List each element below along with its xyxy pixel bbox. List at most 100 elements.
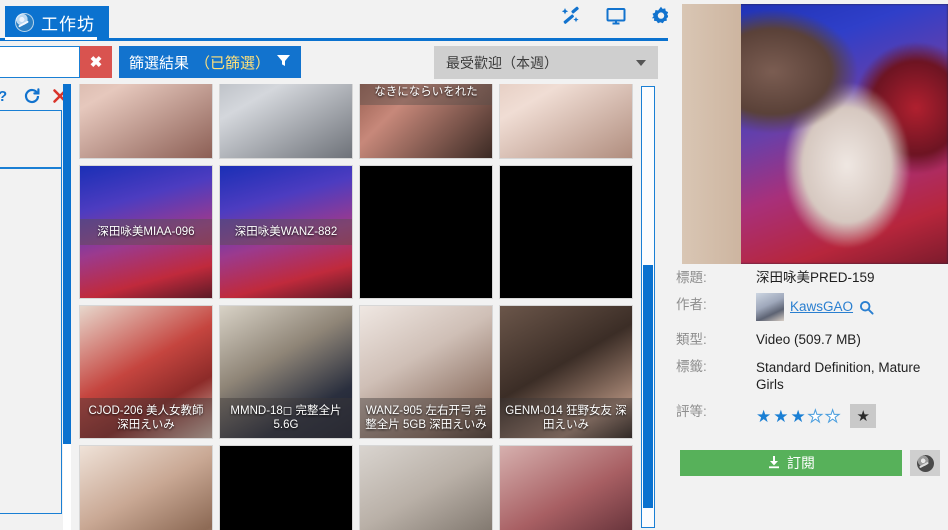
star-icon[interactable]: ★	[807, 407, 823, 425]
tags-value: Standard Definition, Mature Girls	[756, 360, 921, 392]
meta-row-rating: 評等: ★ ★ ★ ★ ★ ★	[676, 404, 944, 428]
magic-wand-icon[interactable]	[560, 5, 582, 27]
preview-image[interactable]	[682, 4, 948, 264]
title-value: 深田咏美PRED-159	[756, 270, 875, 285]
subscribe-button[interactable]: 訂閱	[680, 450, 902, 476]
grid-cell: MMND-18◻ 完整全片 5.6G	[216, 302, 356, 442]
search-bar: ✖ 篩選結果 （已篩選）	[0, 46, 302, 80]
subscribe-label: 訂閱	[787, 455, 815, 471]
svg-text:?: ?	[0, 88, 7, 105]
workshop-item-card[interactable]: MMND-18◻ 完整全片 5.6G	[219, 305, 353, 439]
star-icon[interactable]: ★	[773, 408, 788, 425]
meta-row-tags: 標籤: Standard Definition, Mature Girls	[676, 359, 944, 393]
workshop-item-card[interactable]	[219, 84, 353, 159]
grid-cell: 深田咏美MIAA-096	[76, 162, 216, 302]
item-metadata: 標題: 深田咏美PRED-159 作者: KawsGAO 類型: Video (…	[676, 270, 944, 439]
workshop-item-thumbnail	[360, 166, 492, 298]
tags-label: 標籤:	[676, 359, 707, 374]
workshop-item-card[interactable]: MIAA-096 职业技师 深田えいみ	[79, 445, 213, 530]
author-label: 作者:	[676, 297, 707, 312]
grid-cell	[496, 84, 636, 162]
type-label: 類型:	[676, 332, 707, 347]
grid-cell: 深田咏美WANZ-882	[216, 162, 356, 302]
workshop-item-thumbnail	[360, 446, 492, 530]
rating-stars[interactable]: ★ ★ ★ ★ ★ ★	[756, 404, 944, 428]
workshop-item-card[interactable]: 深田咏美MIAA-096	[79, 165, 213, 299]
workshop-item-grid: なきにならいをれた深田咏美MIAA-096 深田咏美WANZ-882 CJOD-20…	[76, 84, 636, 530]
star-icon[interactable]: ★	[791, 408, 806, 425]
workshop-item-caption: CJOD-206 美人女教師 深田えいみ	[80, 398, 212, 438]
workshop-item-caption: なきにならいをれた	[360, 84, 492, 105]
workshop-window: 工作坊 ✖ 篩選結果 （已篩選） 最受歡迎（本週） なきにならいをれた 深田咏美…	[0, 0, 948, 530]
workshop-item-card[interactable]	[499, 84, 633, 159]
workshop-item-card[interactable]: なきにならいをれた	[359, 84, 493, 159]
workshop-item-caption: 深田咏美WANZ-882	[220, 219, 352, 245]
meta-row-author: 作者: KawsGAO	[676, 293, 944, 321]
help-icon[interactable]: ?	[0, 86, 14, 106]
workshop-item-card[interactable]: CJOD-206 美人女教師 深田えいみ	[79, 305, 213, 439]
filter-results-label: 篩選結果	[129, 54, 190, 72]
filter-results-button[interactable]: 篩選結果 （已篩選）	[119, 46, 302, 78]
grid-cell: なきにならいをれた	[356, 84, 496, 162]
header-icon-group	[560, 5, 672, 27]
grid-cell: WANZ-905 左右开弓 完整全片 5GB 深田えいみ	[356, 302, 496, 442]
left-tool-icons: ?	[0, 86, 70, 106]
sort-dropdown[interactable]: 最受歡迎（本週）	[434, 46, 658, 79]
grid-cell: CJOD-206 美人女教師 深田えいみ	[76, 302, 216, 442]
clear-search-button[interactable]: ✖	[80, 46, 112, 78]
workshop-item-card[interactable]	[219, 445, 353, 530]
grid-scrollbar[interactable]	[641, 86, 655, 528]
steam-icon	[916, 454, 934, 472]
left-panel-scrollbar[interactable]	[63, 84, 71, 530]
grid-cell: J	[496, 442, 636, 530]
sort-dropdown-value: 最受歡迎（本週）	[446, 54, 558, 71]
search-icon[interactable]	[859, 300, 874, 315]
download-icon	[767, 455, 781, 472]
grid-cell: GENM-014 狂野女友 深田えいみ	[496, 302, 636, 442]
workshop-item-card[interactable]	[499, 165, 633, 299]
meta-row-type: 類型: Video (509.7 MB)	[676, 332, 944, 348]
steam-icon	[15, 12, 34, 32]
workshop-item-card[interactable]: WANZ-905 左右开弓 完整全片 5GB 深田えいみ	[359, 305, 493, 439]
funnel-icon	[276, 53, 291, 72]
favorite-button[interactable]: ★	[850, 404, 877, 428]
workshop-item-caption: WANZ-905 左右开弓 完整全片 5GB 深田えいみ	[360, 398, 492, 438]
tab-workshop-label: 工作坊	[41, 14, 95, 34]
title-label: 標題:	[676, 270, 707, 285]
workshop-item-card[interactable]	[359, 165, 493, 299]
tab-underline	[0, 38, 675, 41]
type-value: Video (509.7 MB)	[756, 332, 861, 347]
workshop-item-card[interactable]: MIRD-196 被仨女护士榨干 深田えいみ	[359, 445, 493, 530]
action-row: 訂閱	[680, 450, 940, 476]
left-panel-scrollbar-thumb[interactable]	[63, 84, 71, 444]
left-tool-column: ?	[0, 84, 67, 530]
workshop-item-caption: 深田咏美MIAA-096	[80, 219, 212, 245]
author-link[interactable]: KawsGAO	[790, 299, 853, 315]
refresh-icon[interactable]	[22, 86, 42, 106]
grid-cell	[76, 84, 216, 162]
open-in-steam-button[interactable]	[910, 450, 940, 476]
grid-cell: MIAA-096 职业技师 深田えいみ	[76, 442, 216, 530]
tab-workshop[interactable]: 工作坊	[5, 6, 109, 38]
workshop-item-card[interactable]: 深田咏美WANZ-882	[219, 165, 353, 299]
grid-cell	[216, 84, 356, 162]
grid-cell	[496, 162, 636, 302]
avatar	[756, 293, 784, 321]
workshop-item-card[interactable]: GENM-014 狂野女友 深田えいみ	[499, 305, 633, 439]
star-icon[interactable]: ★	[824, 407, 840, 425]
workshop-item-card[interactable]: J	[499, 445, 633, 530]
workshop-item-thumbnail	[500, 84, 632, 158]
left-panel-top	[0, 110, 62, 168]
filter-state-label: （已篩選）	[195, 54, 271, 72]
grid-cell	[216, 442, 356, 530]
chevron-down-icon	[636, 59, 646, 66]
workshop-item-card[interactable]	[79, 84, 213, 159]
search-input[interactable]	[0, 46, 80, 78]
grid-scrollbar-thumb[interactable]	[643, 265, 653, 508]
monitor-icon[interactable]	[605, 5, 627, 27]
workshop-item-thumbnail	[220, 446, 352, 530]
star-icon[interactable]: ★	[756, 408, 771, 425]
meta-row-title: 標題: 深田咏美PRED-159	[676, 270, 944, 286]
workshop-item-thumbnail	[500, 166, 632, 298]
workshop-item-caption: MMND-18◻ 完整全片 5.6G	[220, 398, 352, 438]
